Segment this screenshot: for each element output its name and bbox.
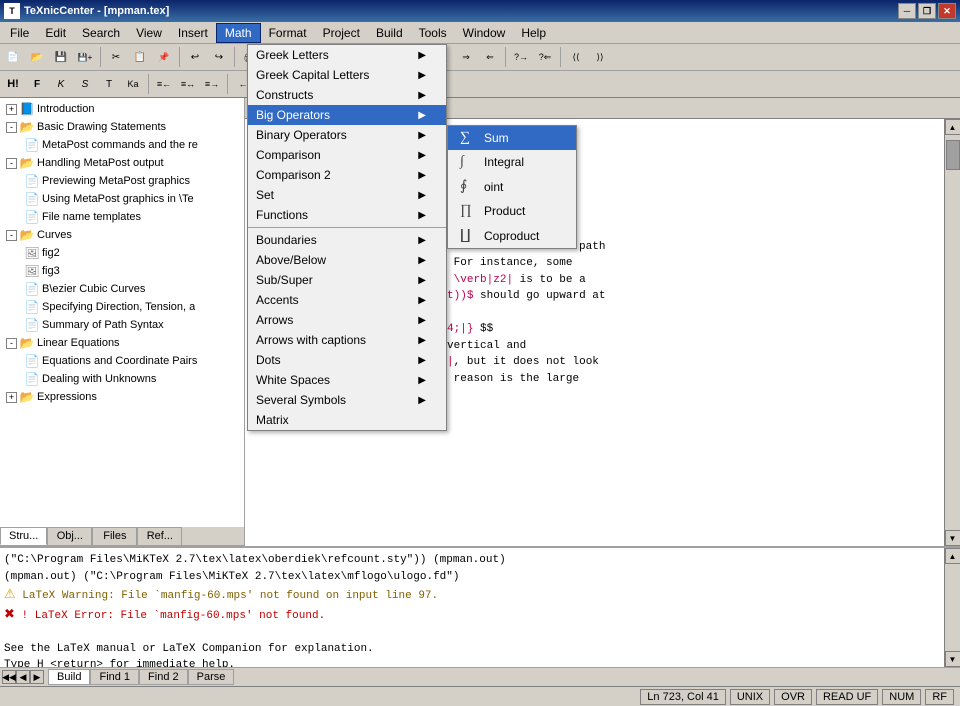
arrow-icon-functions: ▶ — [418, 210, 426, 221]
arrow-icon-comparison: ▶ — [418, 150, 426, 161]
menu-comparison[interactable]: Comparison ▶ — [248, 145, 446, 165]
menu-greek-capital[interactable]: Greek Capital Letters ▶ — [248, 65, 446, 85]
arrow-icon-arrows-cap: ▶ — [418, 335, 426, 346]
menu-binary-operators[interactable]: Binary Operators ▶ — [248, 125, 446, 145]
submenu-integral[interactable]: ∫ Integral — [448, 150, 576, 174]
arrow-icon-bigop: ▶ — [418, 110, 426, 121]
arrow-icon-binary: ▶ — [418, 130, 426, 141]
menu-arrows[interactable]: Arrows ▶ — [248, 310, 446, 330]
menu-whitespaces[interactable]: White Spaces ▶ — [248, 370, 446, 390]
arrow-icon-greek: ▶ — [418, 50, 426, 61]
menu-constructs[interactable]: Constructs ▶ — [248, 85, 446, 105]
menu-arrows-captions[interactable]: Arrows with captions ▶ — [248, 330, 446, 350]
arrow-icon-accents: ▶ — [418, 295, 426, 306]
menu-greek-letters[interactable]: Greek Letters ▶ — [248, 45, 446, 65]
menu-several-symbols[interactable]: Several Symbols ▶ — [248, 390, 446, 410]
submenu-product[interactable]: ∏ Product — [448, 199, 576, 223]
menu-big-operators[interactable]: Big Operators ▶ — [248, 105, 446, 125]
big-operators-submenu: ∑ Sum ∫ Integral ∮ oint ∏ Product ∐ Copr… — [447, 125, 577, 249]
menu-sep-1 — [248, 227, 446, 228]
arrow-icon-several: ▶ — [418, 395, 426, 406]
menu-boundaries[interactable]: Boundaries ▶ — [248, 230, 446, 250]
arrow-icon-abovebelow: ▶ — [418, 255, 426, 266]
menu-functions[interactable]: Functions ▶ — [248, 205, 446, 225]
arrow-icon-set: ▶ — [418, 190, 426, 201]
arrow-icon-comparison2: ▶ — [418, 170, 426, 181]
arrow-icon-subsuper: ▶ — [418, 275, 426, 286]
menu-dots[interactable]: Dots ▶ — [248, 350, 446, 370]
submenu-sum[interactable]: ∑ Sum — [448, 126, 576, 150]
integral-symbol: ∫ — [460, 154, 476, 170]
menu-matrix[interactable]: Matrix — [248, 410, 446, 430]
oint-symbol: ∮ — [460, 178, 476, 195]
menu-abovebelow[interactable]: Above/Below ▶ — [248, 250, 446, 270]
menu-overlay[interactable]: Greek Letters ▶ Greek Capital Letters ▶ … — [0, 0, 960, 704]
product-symbol: ∏ — [460, 203, 476, 219]
sum-symbol: ∑ — [460, 130, 476, 146]
submenu-coproduct[interactable]: ∐ Coproduct — [448, 223, 576, 248]
arrow-icon-arrows: ▶ — [418, 315, 426, 326]
submenu-oint[interactable]: ∮ oint — [448, 174, 576, 199]
coproduct-symbol: ∐ — [460, 227, 476, 244]
menu-set[interactable]: Set ▶ — [248, 185, 446, 205]
math-dropdown: Greek Letters ▶ Greek Capital Letters ▶ … — [247, 44, 447, 431]
menu-subsuper[interactable]: Sub/Super ▶ — [248, 270, 446, 290]
menu-accents[interactable]: Accents ▶ — [248, 290, 446, 310]
menu-comparison2[interactable]: Comparison 2 ▶ — [248, 165, 446, 185]
arrow-icon-boundaries: ▶ — [418, 235, 426, 246]
arrow-icon-whitespaces: ▶ — [418, 375, 426, 386]
arrow-icon-dots: ▶ — [418, 355, 426, 366]
arrow-icon-constructs: ▶ — [418, 90, 426, 101]
arrow-icon-capital: ▶ — [418, 70, 426, 81]
